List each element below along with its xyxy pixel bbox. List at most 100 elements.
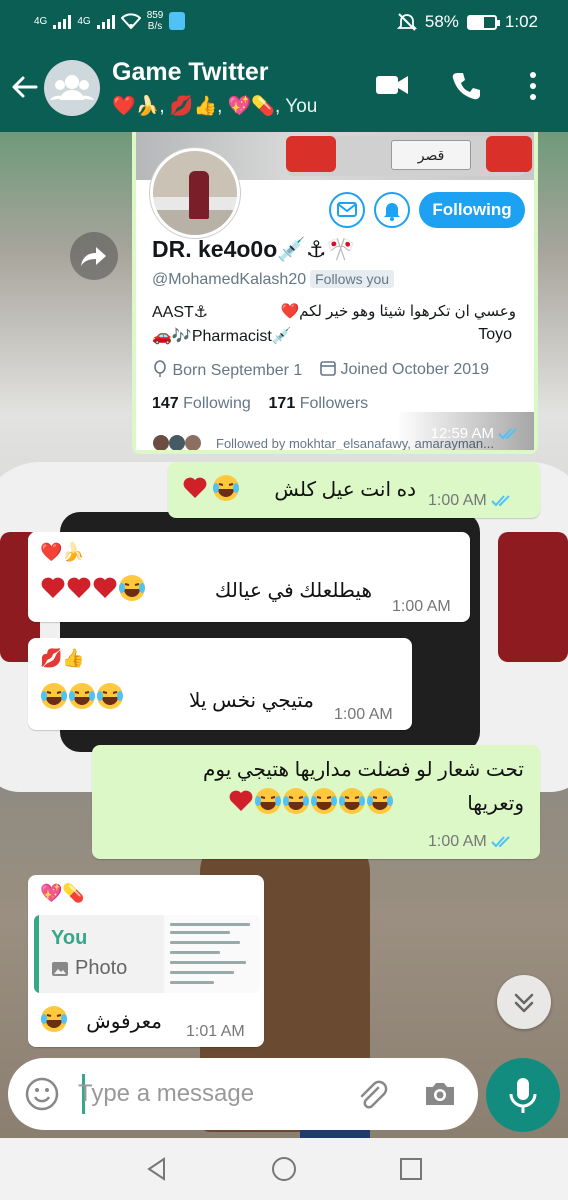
twitter-profile-screenshot[interactable]: قصر Following DR. ke4o0o💉⚓🎌 @MohamedKala… [136,132,534,450]
laughing-emoji-icon [213,475,240,501]
message-emojis [228,787,394,815]
laughing-emoji-icon [367,788,393,814]
laughing-emoji-icon [339,788,365,814]
bio-left-2: 🚗🎶Pharmacist💉 [152,328,292,345]
chat-title[interactable]: Game Twitter [112,58,269,87]
forward-button[interactable] [70,232,118,280]
mic-button[interactable] [486,1058,560,1132]
laughing-emoji-icon [69,683,95,709]
message-bubble-out[interactable]: ده انت عيل كلش 1:00 AM [168,462,540,518]
bio-left-1: AAST⚓ [152,304,209,321]
home-circle-icon[interactable] [270,1155,298,1183]
profile-name: DR. ke4o0o💉⚓🎌 [152,236,356,262]
message-composer [8,1058,478,1130]
message-emojis [40,574,146,602]
recents-square-icon[interactable] [398,1156,424,1182]
arrow-left-icon[interactable] [10,72,40,102]
chat-header: Game Twitter ❤️🍌, 💋👍, 💖💊, You [0,44,568,132]
participants-list[interactable]: ❤️🍌, 💋👍, 💖💊, You [112,94,317,118]
net-label-2: 4G [77,15,91,27]
heart-emoji-icon [229,790,253,811]
message-time: 1:00 AM [392,598,451,615]
message-emojis [40,682,124,710]
sender-name: 💖💊 [40,883,85,903]
banner-light-right [486,136,532,172]
quote-author: You [51,927,88,949]
signal-icon-2 [96,13,115,29]
battery-icon [466,14,500,30]
mail-icon [337,202,357,217]
balloon-icon [154,360,166,377]
following-button: Following [419,192,525,228]
message-text-line2: وتعريها [467,793,524,815]
laughing-emoji-icon [41,1006,67,1032]
heart-emoji-icon [41,577,65,598]
bio-right-1: وعسي ان تكرهوا شيئا وهو خير لكم❤️ [280,303,516,320]
laughing-emoji-icon [41,683,67,709]
banner-light-left [286,136,336,172]
message-emojis [40,1005,68,1033]
message-emojis [182,474,240,502]
profile-avatar [150,148,240,238]
calendar-icon [320,361,336,376]
message-text: معرفوش [86,1011,162,1033]
phone-icon[interactable] [450,70,482,102]
joined-date: Joined October 2019 [320,360,489,379]
quote-bar [34,915,39,993]
heart-emoji-icon [67,577,91,598]
laughing-emoji-icon [255,788,281,814]
laughing-emoji-icon [119,575,145,601]
emoji-icon[interactable] [24,1076,60,1112]
message-input[interactable] [78,1076,348,1112]
scroll-to-bottom-button[interactable] [497,975,551,1029]
status-left: 4G 4G 859 B/s [34,10,186,32]
quoted-message[interactable]: You Photo [34,915,260,993]
more-vert-icon[interactable] [528,70,538,102]
camera-icon[interactable] [422,1076,458,1112]
profile-handle: @MohamedKalash20 Follows you [152,270,395,289]
message-time: 1:01 AM [186,1023,245,1040]
network-speed: 859 B/s [146,10,164,32]
follow-counts: 147 Following 171 Followers [152,395,369,412]
message-text-line1: تحت شعار لو فضلت مداريها هتيجي يوم [203,759,524,781]
message-time: 1:00 AM [428,492,513,510]
status-bar: 4G 4G 859 B/s 58% 1:02 [0,0,568,44]
wifi-icon [120,13,141,29]
message-bubble-in[interactable]: 💋👍 متيجي نخس يلا 1:00 AM [28,638,412,730]
group-avatar-icon[interactable] [44,60,100,116]
battery-percent: 58% [424,12,459,31]
sender-name: 💋👍 [40,648,85,668]
message-bubble-in[interactable]: ❤️🍌 هيطلعلك في عيالك 1:00 AM [28,532,470,622]
born-date: Born September 1 [152,360,302,380]
message-time: 1:00 AM [334,706,393,723]
notify-button [374,192,410,228]
laughing-emoji-icon [283,788,309,814]
heart-emoji-icon [183,477,207,498]
bio-right-2: Toyo [478,326,512,343]
message-text: هيطلعلك في عيالك [214,580,372,602]
message-bubble-out[interactable]: تحت شعار لو فضلت مداريها هتيجي يوم وتعري… [92,745,540,859]
back-triangle-icon[interactable] [144,1156,170,1182]
read-ticks-icon [491,495,510,507]
banner-plate: قصر [391,140,471,170]
mic-icon [509,1078,537,1113]
clock: 1:02 [504,12,538,31]
bell-plus-icon [384,203,400,221]
message-time: 1:00 AM [428,833,513,851]
system-nav-bar [0,1138,568,1200]
laughing-emoji-icon [311,788,337,814]
paperclip-icon[interactable] [354,1076,390,1112]
message-button [329,192,365,228]
net-label-1: 4G [34,15,48,27]
shield-icon [169,12,186,30]
message-text: متيجي نخس يلا [189,690,314,712]
quote-type: Photo [51,957,127,980]
read-ticks-icon [498,427,517,439]
followed-by-avatars [153,435,201,450]
video-call-icon[interactable] [374,70,410,100]
image-message[interactable]: قصر Following DR. ke4o0o💉⚓🎌 @MohamedKala… [132,132,538,454]
message-bubble-in[interactable]: 💖💊 You Photo معرفوش 1:01 AM [28,875,264,1047]
heart-emoji-icon [93,577,117,598]
double-chevron-down-icon [514,993,534,1013]
photo-icon [52,961,68,976]
